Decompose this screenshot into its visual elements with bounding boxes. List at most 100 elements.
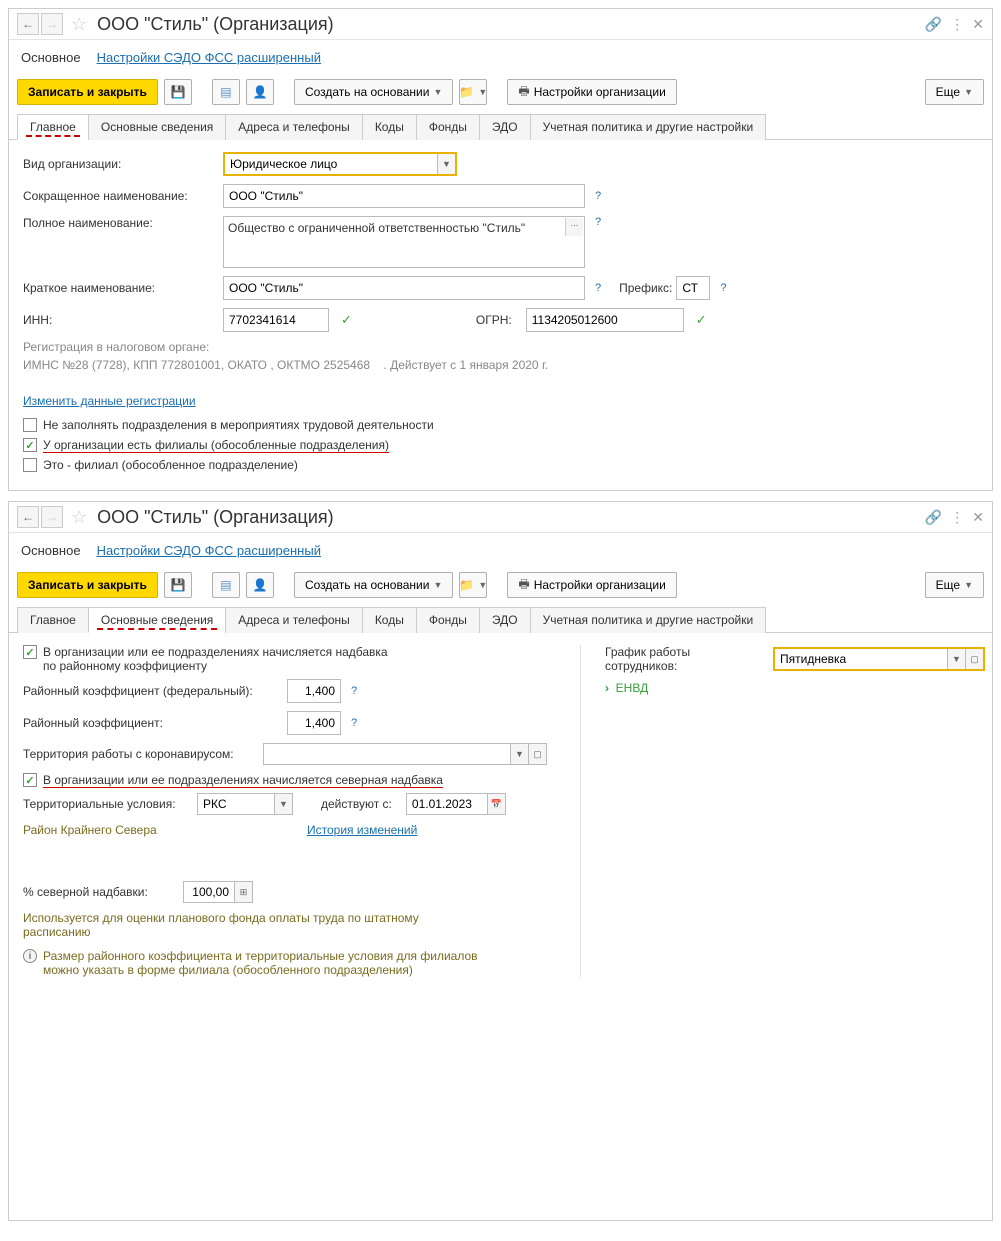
ogrn-input[interactable] <box>526 308 684 332</box>
calc-icon[interactable]: ⊞ <box>234 882 252 902</box>
checkbox-is-branch[interactable] <box>23 458 37 472</box>
nav-forward-button[interactable]: → <box>41 506 63 528</box>
help-icon[interactable]: ? <box>351 717 357 729</box>
tab-codes[interactable]: Коды <box>362 114 417 140</box>
tab-address[interactable]: Адреса и телефоны <box>225 114 363 140</box>
subtab-main[interactable]: Основное <box>21 543 81 558</box>
help-icon[interactable]: ? <box>351 685 357 697</box>
help-icon[interactable]: ? <box>720 282 726 294</box>
subtab-main[interactable]: Основное <box>21 50 81 65</box>
open-icon[interactable]: ▢ <box>965 649 983 669</box>
tab-edo[interactable]: ЭДО <box>479 607 531 633</box>
open-icon[interactable]: ▢ <box>528 744 546 764</box>
help-icon[interactable]: ? <box>595 216 601 228</box>
form-button[interactable]: ▤ <box>212 79 240 105</box>
org-type-select[interactable]: ▼ <box>223 152 457 176</box>
checkbox-no-fill[interactable] <box>23 418 37 432</box>
pct-north-field[interactable]: ⊞ <box>183 881 253 903</box>
calendar-icon[interactable]: 📅 <box>487 794 505 814</box>
print-icon: 🖶 <box>518 82 529 103</box>
sub-nav: Основное Настройки СЭДО ФСС расширенный <box>9 40 992 75</box>
history-link[interactable]: История изменений <box>307 823 417 837</box>
checkbox-has-branches-label: У организации есть филиалы (обособленные… <box>43 438 389 452</box>
tab-edo[interactable]: ЭДО <box>479 114 531 140</box>
org-type-input[interactable] <box>225 154 437 174</box>
save-close-button[interactable]: Записать и закрыть <box>17 79 158 105</box>
org-settings-button[interactable]: 🖶 Настройки организации <box>507 572 676 598</box>
menu-dots-icon[interactable]: ⋮ <box>950 509 964 526</box>
favorite-star-icon[interactable]: ☆ <box>71 507 87 528</box>
left-column: ✓ В организации или ее подразделениях на… <box>23 645 581 977</box>
create-on-button[interactable]: Создать на основании ▼ <box>294 572 453 598</box>
help-icon[interactable]: ? <box>595 282 601 294</box>
prefix-label: Префикс: <box>619 281 672 295</box>
favorite-star-icon[interactable]: ☆ <box>71 14 87 35</box>
checkbox-north[interactable]: ✓ <box>23 773 37 787</box>
save-close-button[interactable]: Записать и закрыть <box>17 572 158 598</box>
folder-button[interactable]: 📁▼ <box>459 572 487 598</box>
folder-button[interactable]: 📁▼ <box>459 79 487 105</box>
close-icon[interactable]: ✕ <box>972 509 984 526</box>
pct-north-input[interactable] <box>184 882 234 902</box>
tab-basic[interactable]: Основные сведения <box>88 607 226 633</box>
tab-policy[interactable]: Учетная политика и другие настройки <box>530 607 767 633</box>
form-button[interactable]: ▤ <box>212 572 240 598</box>
link-icon[interactable]: 🔗 <box>925 509 942 526</box>
tab-codes[interactable]: Коды <box>362 607 417 633</box>
valid-from-date[interactable]: 📅 <box>406 793 506 815</box>
dropdown-icon[interactable]: ▼ <box>437 154 455 174</box>
tab-address[interactable]: Адреса и телефоны <box>225 607 363 633</box>
save-button[interactable]: 💾 <box>164 572 192 598</box>
info-icon: i <box>23 949 37 963</box>
tab-main[interactable]: Главное <box>17 607 89 633</box>
person-button[interactable]: 👤 <box>246 572 274 598</box>
tab-funds[interactable]: Фонды <box>416 607 480 633</box>
checkbox-region-coef[interactable]: ✓ <box>23 645 37 659</box>
subtab-sedo-link[interactable]: Настройки СЭДО ФСС расширенный <box>97 543 321 558</box>
tab-main[interactable]: Главное <box>17 114 89 140</box>
valid-from-input[interactable] <box>407 794 487 814</box>
nav-back-button[interactable]: ← <box>17 506 39 528</box>
schedule-input[interactable] <box>775 649 947 669</box>
tab-basic[interactable]: Основные сведения <box>88 114 226 140</box>
help-icon[interactable]: ? <box>595 190 601 202</box>
main-toolbar: Записать и закрыть 💾 ▤ 👤 Создать на осно… <box>9 568 992 606</box>
tab-funds[interactable]: Фонды <box>416 114 480 140</box>
link-icon[interactable]: 🔗 <box>925 16 942 33</box>
checkbox-has-branches[interactable]: ✓ <box>23 438 37 452</box>
schedule-select[interactable]: ▼ ▢ <box>773 647 985 671</box>
menu-dots-icon[interactable]: ⋮ <box>950 16 964 33</box>
ellipsis-button[interactable]: ... <box>565 218 583 236</box>
tab-policy[interactable]: Учетная политика и другие настройки <box>530 114 767 140</box>
terr-covid-select[interactable]: ▼ ▢ <box>263 743 547 765</box>
more-button[interactable]: Еще ▼ <box>925 79 984 105</box>
folder-icon: 📁 <box>459 578 474 592</box>
more-button[interactable]: Еще ▼ <box>925 572 984 598</box>
dropdown-icon[interactable]: ▼ <box>274 794 292 814</box>
inn-input[interactable] <box>223 308 329 332</box>
terr-cond-select[interactable]: ▼ <box>197 793 293 815</box>
create-on-button[interactable]: Создать на основании ▼ <box>294 79 453 105</box>
window-title: ООО "Стиль" (Организация) <box>97 507 925 528</box>
terr-cond-input[interactable] <box>198 794 274 814</box>
change-reg-link[interactable]: Изменить данные регистрации <box>23 394 196 408</box>
dropdown-icon[interactable]: ▼ <box>947 649 965 669</box>
save-button[interactable]: 💾 <box>164 79 192 105</box>
olive-hint: Используется для оценки планового фонда … <box>23 911 423 939</box>
dropdown-icon[interactable]: ▼ <box>510 744 528 764</box>
nav-forward-button[interactable]: → <box>41 13 63 35</box>
nav-back-button[interactable]: ← <box>17 13 39 35</box>
short-name-input[interactable] <box>223 184 585 208</box>
subtab-sedo-link[interactable]: Настройки СЭДО ФСС расширенный <box>97 50 321 65</box>
expand-envd[interactable]: › ЕНВД <box>605 681 985 695</box>
terr-covid-input[interactable] <box>264 744 510 764</box>
brief-name-input[interactable] <box>223 276 585 300</box>
rk-fed-input[interactable] <box>287 679 341 703</box>
person-button[interactable]: 👤 <box>246 79 274 105</box>
close-icon[interactable]: ✕ <box>972 16 984 33</box>
full-name-textarea[interactable]: Общество с ограниченной ответственностью… <box>223 216 585 268</box>
org-settings-label: Настройки организации <box>534 85 666 99</box>
org-settings-button[interactable]: 🖶 Настройки организации <box>507 79 676 105</box>
rk-input[interactable] <box>287 711 341 735</box>
prefix-input[interactable] <box>676 276 710 300</box>
